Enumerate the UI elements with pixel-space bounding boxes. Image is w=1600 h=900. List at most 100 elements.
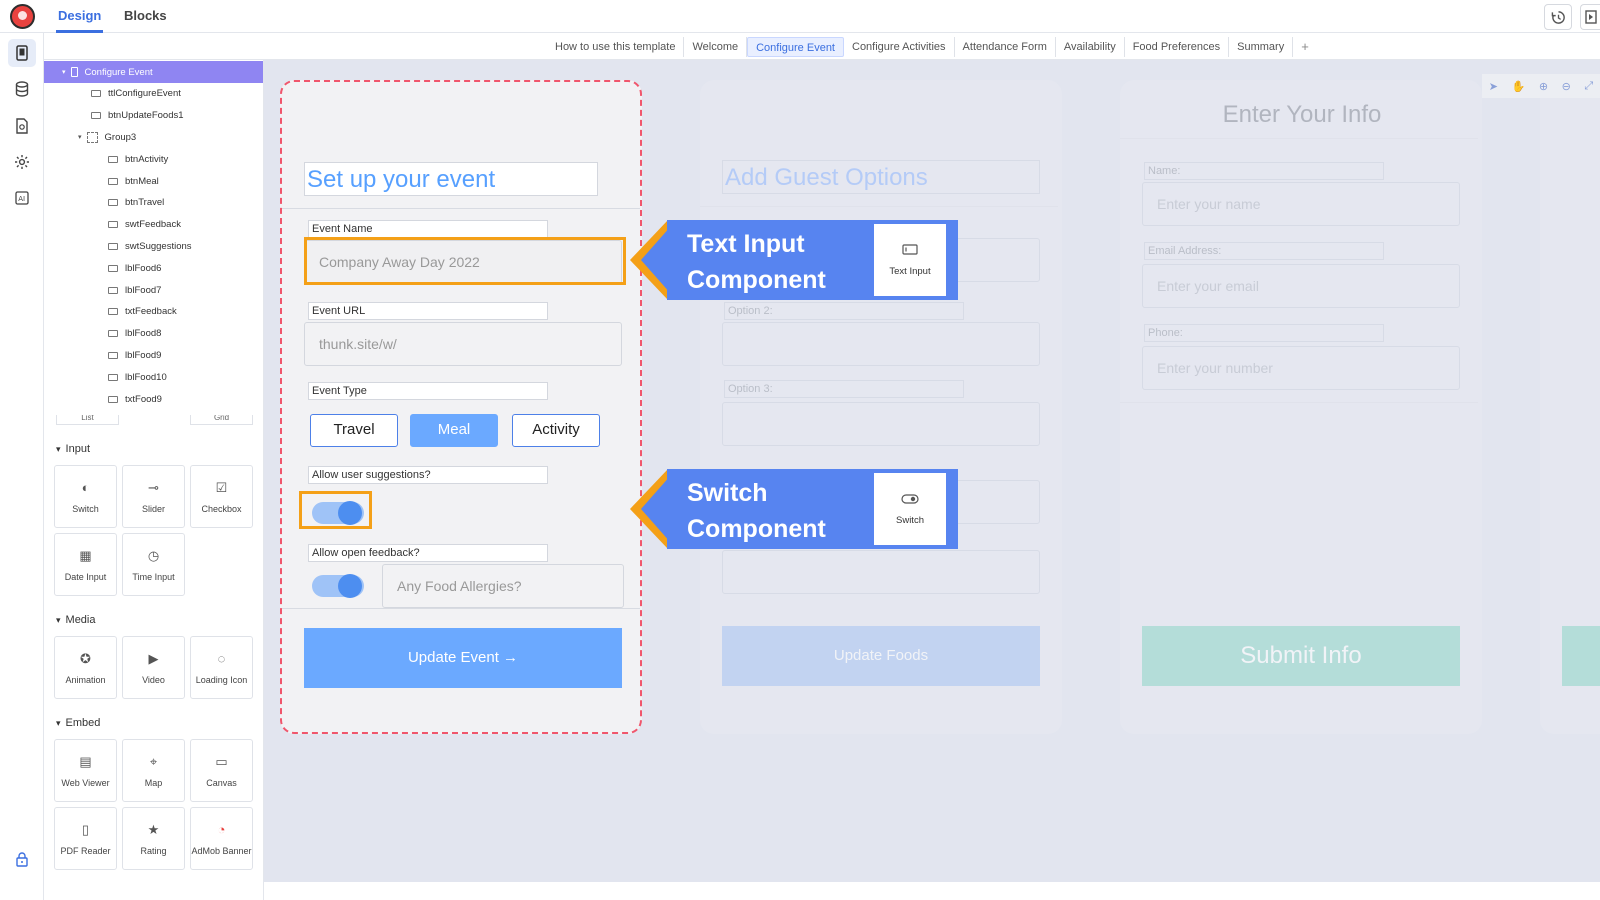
name-label[interactable]: Name: <box>1144 162 1384 180</box>
page-tab-attendance-form[interactable]: Attendance Form <box>955 36 1056 57</box>
option-3-input[interactable] <box>722 402 1040 446</box>
component-tile-checkbox[interactable]: ☑ Checkbox <box>190 465 253 528</box>
option-5-input[interactable] <box>722 550 1040 594</box>
component-tile-slider[interactable]: ⊸ Slider <box>122 465 185 528</box>
phone-label[interactable]: Phone: <box>1144 324 1384 342</box>
section-header-input[interactable]: Input <box>56 443 90 455</box>
screen-attendance-form[interactable]: Enter Your Info Name: Enter your name Em… <box>1120 80 1482 734</box>
tree-item-label: btnUpdateFoods1 <box>108 110 184 122</box>
page-tab-availability[interactable]: Availability <box>1056 36 1125 57</box>
screen-availability[interactable] <box>1540 80 1600 734</box>
component-tile-time-input[interactable]: ◷ Time Input <box>122 533 185 596</box>
chevron-down-icon[interactable]: ▾ <box>78 133 82 141</box>
pointer-icon[interactable]: ➤ <box>1489 80 1498 93</box>
component-tile-loading-icon[interactable]: ◌ Loading Icon <box>190 636 253 699</box>
component-tile-animation[interactable]: ✪ Animation <box>54 636 117 699</box>
component-tile-canvas[interactable]: ▭ Canvas <box>190 739 253 802</box>
history-icon[interactable] <box>1544 4 1572 30</box>
tree-item[interactable]: lblFood7 <box>44 279 263 301</box>
tree-item[interactable]: lblFood9 <box>44 344 263 366</box>
btn-meal[interactable]: Meal <box>410 414 498 447</box>
screen-title[interactable]: Set up your event <box>304 162 598 196</box>
database-icon[interactable] <box>8 75 36 103</box>
component-tile-web-viewer[interactable]: ▤ Web Viewer <box>54 739 117 802</box>
event-name-label[interactable]: Event Name <box>308 220 548 238</box>
zoom-in-icon[interactable]: ⊕ <box>1539 80 1548 93</box>
fit-icon[interactable]: ⤢ <box>1584 80 1593 93</box>
ai-icon[interactable]: AI <box>8 184 36 212</box>
email-input[interactable]: Enter your email <box>1142 264 1460 308</box>
tree-item[interactable]: lblFood10 <box>44 366 263 388</box>
tree-item[interactable]: lblFood8 <box>44 323 263 345</box>
chevron-down-icon[interactable]: ▾ <box>62 68 66 76</box>
page-tab-configure-event[interactable]: Configure Event <box>747 36 844 57</box>
phone-icon[interactable] <box>8 39 36 67</box>
phone-input[interactable]: Enter your number <box>1142 346 1460 390</box>
component-tile-switch[interactable]: ◐ Switch <box>54 465 117 528</box>
section-header-media[interactable]: Media <box>56 614 96 626</box>
tree-item[interactable]: btnUpdateFoods1 <box>44 105 263 127</box>
lock-icon[interactable] <box>8 845 36 873</box>
zoom-out-icon[interactable]: ⊖ <box>1562 80 1571 93</box>
option-2-label[interactable]: Option 2: <box>724 302 964 320</box>
component-tile-grid[interactable]: Grid <box>190 415 253 425</box>
video-icon: ▶ <box>148 651 159 666</box>
component-tile-list[interactable]: List <box>56 415 119 425</box>
food-allergies-input[interactable]: Any Food Allergies? <box>382 564 624 608</box>
component-tile-rating[interactable]: ★ Rating <box>122 807 185 870</box>
page-tab-summary[interactable]: Summary <box>1229 36 1294 57</box>
tree-item[interactable]: txtFeedback <box>44 301 263 323</box>
update-foods-button[interactable]: Update Foods <box>722 626 1040 686</box>
screen-title[interactable]: Add Guest Options <box>722 160 1040 194</box>
event-type-label[interactable]: Event Type <box>308 382 548 400</box>
component-tile-admob-banner[interactable]: ◔ AdMob Banner <box>190 807 253 870</box>
tree-item[interactable]: btnMeal <box>44 170 263 192</box>
event-url-label[interactable]: Event URL <box>308 302 548 320</box>
tree-item[interactable]: btnTravel <box>44 192 263 214</box>
hand-icon[interactable]: ✋ <box>1512 80 1526 93</box>
tree-item[interactable]: swtSuggestions <box>44 235 263 257</box>
preview-icon[interactable] <box>1580 4 1600 30</box>
add-page-button[interactable]: + <box>1293 39 1317 54</box>
screen-title[interactable]: Enter Your Info <box>1120 98 1482 132</box>
component-tile-pdf-reader[interactable]: ▯ PDF Reader <box>54 807 117 870</box>
tree-item[interactable]: btnActivity <box>44 148 263 170</box>
tree-item[interactable]: txtFood9 <box>44 388 263 410</box>
feedback-switch[interactable] <box>312 574 364 598</box>
email-label[interactable]: Email Address: <box>1144 242 1384 260</box>
tree-item[interactable]: ▾ Group3 <box>44 126 263 148</box>
btn-travel[interactable]: Travel <box>310 414 398 447</box>
label-component-icon <box>108 264 118 272</box>
name-input[interactable]: Enter your name <box>1142 182 1460 226</box>
tab-design[interactable]: Design <box>55 8 104 33</box>
component-tile-date-input[interactable]: ▦ Date Input <box>54 533 117 596</box>
screen-configure-activities[interactable]: Add Guest Options Option 2: Option 3: Up… <box>700 80 1062 734</box>
option-2-input[interactable] <box>722 322 1040 366</box>
btn-activity[interactable]: Activity <box>512 414 600 447</box>
screen-button[interactable] <box>1562 626 1600 686</box>
suggestions-label[interactable]: Allow user suggestions? <box>308 466 548 484</box>
event-url-input[interactable]: thunk.site/w/ <box>304 322 622 366</box>
section-header-embed[interactable]: Embed <box>56 717 101 729</box>
update-event-button[interactable]: Update Event → <box>304 628 622 688</box>
animation-icon: ✪ <box>80 651 91 666</box>
settings-gear-icon[interactable] <box>8 148 36 176</box>
component-tile-video[interactable]: ▶ Video <box>122 636 185 699</box>
app-logo[interactable] <box>10 4 35 29</box>
page-tab-how-to-use-this-template[interactable]: How to use this template <box>547 36 685 57</box>
component-tile-map[interactable]: ⌖ Map <box>122 739 185 802</box>
tab-blocks[interactable]: Blocks <box>124 8 167 23</box>
tree-item[interactable]: ttlConfigureEvent <box>44 83 263 105</box>
screen-configure-event[interactable]: Set up your event Event Name Company Awa… <box>280 80 642 734</box>
option-3-label[interactable]: Option 3: <box>724 380 964 398</box>
tree-item[interactable]: lblFood6 <box>44 257 263 279</box>
feedback-label[interactable]: Allow open feedback? <box>308 544 548 562</box>
tree-item[interactable]: ▾ Configure Event <box>44 61 263 83</box>
text-input-card: Text Input <box>874 224 946 296</box>
tree-item[interactable]: swtFeedback <box>44 214 263 236</box>
page-tab-configure-activities[interactable]: Configure Activities <box>844 36 955 57</box>
page-tab-welcome[interactable]: Welcome <box>684 36 748 57</box>
document-icon[interactable] <box>8 112 36 140</box>
submit-info-button[interactable]: Submit Info <box>1142 626 1460 686</box>
page-tab-food-preferences[interactable]: Food Preferences <box>1125 36 1230 57</box>
